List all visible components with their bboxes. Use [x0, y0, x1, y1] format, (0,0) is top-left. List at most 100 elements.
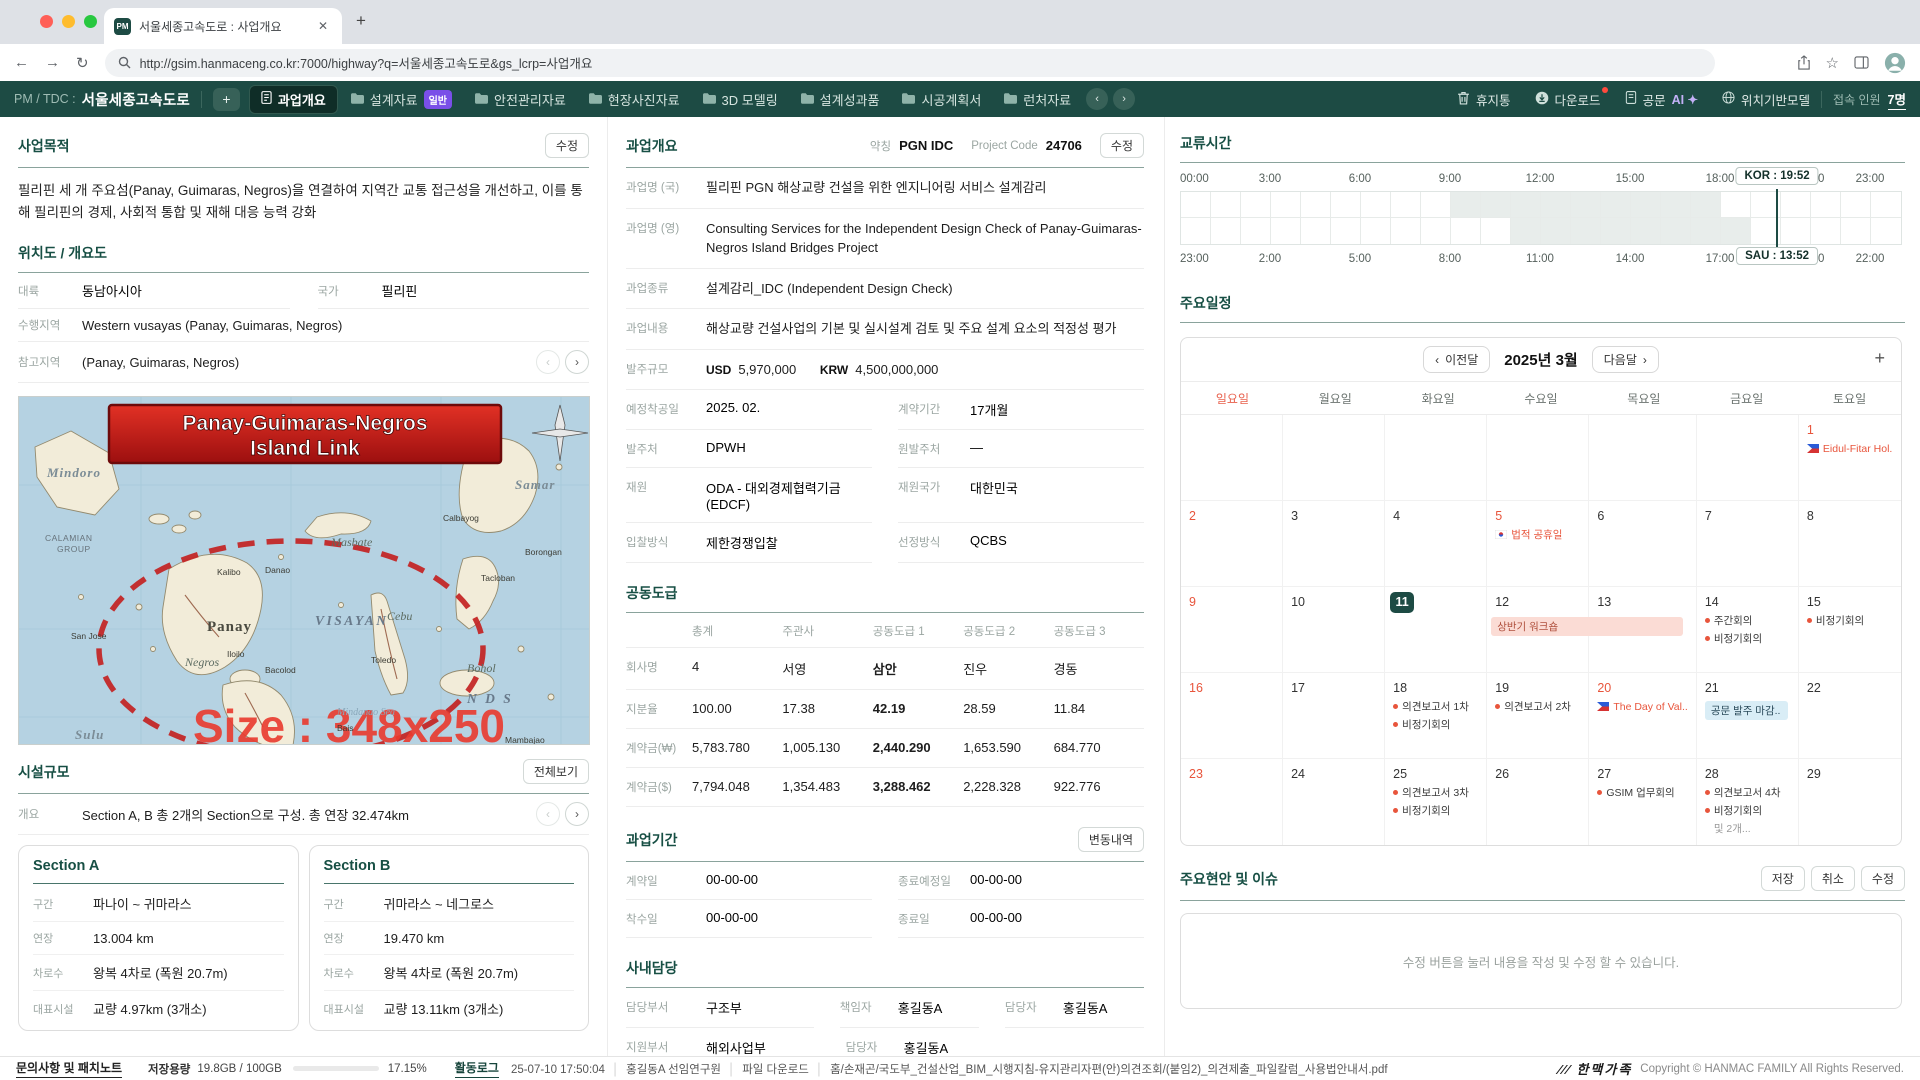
calendar-prev-month-button[interactable]: ‹이전달 — [1423, 346, 1490, 373]
calendar-event[interactable]: 비정기회의 — [1393, 719, 1478, 733]
calendar-day-cell[interactable]: 15비정기회의 — [1799, 587, 1901, 673]
calendar-day-cell[interactable]: 20The Day of Val.. — [1589, 673, 1697, 759]
calendar-event[interactable]: 비정기회의 — [1705, 633, 1790, 647]
calendar-day-cell[interactable]: 6 — [1589, 501, 1697, 587]
calendar-day-cell[interactable] — [1181, 415, 1283, 501]
calendar-day-cell[interactable]: 7 — [1697, 501, 1799, 587]
nav-action-위치기반모델[interactable]: 위치기반모델 — [1722, 90, 1810, 109]
calendar-day-cell[interactable] — [1487, 415, 1589, 501]
calendar-event[interactable]: 의견보고서 4차 — [1705, 787, 1790, 801]
calendar-event[interactable]: 비정기회의 — [1393, 805, 1478, 819]
prev-image-button[interactable]: ‹ — [536, 350, 560, 374]
calendar-holiday[interactable]: The Day of Val.. — [1597, 701, 1688, 716]
side-panel-icon[interactable] — [1854, 56, 1869, 69]
calendar-day-cell[interactable]: 12상반기 워크숍 — [1487, 587, 1589, 673]
calendar-next-month-button[interactable]: 다음달› — [1592, 346, 1659, 373]
nav-action-공문[interactable]: 공문AI ✦ — [1625, 90, 1698, 109]
calendar-event[interactable]: GSIM 업무회의 — [1597, 787, 1688, 801]
activity-log-link[interactable]: 활동로그 — [455, 1059, 499, 1078]
maximize-window-button[interactable] — [84, 15, 97, 28]
calendar-day-cell[interactable]: 4 — [1385, 501, 1487, 587]
calendar-day-cell[interactable] — [1385, 415, 1487, 501]
next-image-button[interactable]: › — [565, 350, 589, 374]
tabs-scroll-left-button[interactable]: ‹ — [1086, 88, 1108, 110]
calendar-event[interactable]: 주간회의 — [1705, 615, 1790, 629]
patch-notes-link[interactable]: 문의사항 및 패치노트 — [16, 1059, 122, 1078]
nav-tab-현장사진자료[interactable]: 현장사진자료 — [579, 86, 690, 113]
more-events-label[interactable]: 및 2개... — [1714, 821, 1790, 836]
tab-close-icon[interactable]: ✕ — [314, 17, 332, 35]
calendar-day-cell[interactable] — [1283, 415, 1385, 501]
nav-tab-설계성과품[interactable]: 설계성과품 — [791, 86, 890, 113]
calendar-day-cell[interactable]: 23 — [1181, 759, 1283, 845]
calendar-event[interactable]: 비정기회의 — [1705, 805, 1790, 819]
calendar-day-cell[interactable]: 28의견보고서 4차비정기회의및 2개... — [1697, 759, 1799, 845]
calendar-day-cell[interactable]: 26 — [1487, 759, 1589, 845]
location-map-image[interactable]: Panay-Guimaras-Negros Island Link Size :… — [18, 396, 590, 745]
nav-tab-설계자료[interactable]: 설계자료일반 — [341, 86, 462, 113]
nav-action-휴지통[interactable]: 휴지통 — [1457, 90, 1511, 109]
calendar-day-cell[interactable]: 21공문 발주 마감.. — [1697, 673, 1799, 759]
nav-tab-시공계획서[interactable]: 시공계획서 — [892, 86, 991, 113]
calendar-event[interactable]: 의견보고서 2차 — [1495, 701, 1580, 715]
calendar-day-cell[interactable]: 16 — [1181, 673, 1283, 759]
forward-icon[interactable]: → — [45, 54, 60, 71]
url-bar[interactable]: http://gsim.hanmaceng.co.kr:7000/highway… — [105, 49, 1715, 77]
minimize-window-button[interactable] — [62, 15, 75, 28]
calendar-day-cell[interactable]: 18의견보고서 1차비정기회의 — [1385, 673, 1487, 759]
calendar-day-cell[interactable] — [1589, 415, 1697, 501]
tabs-scroll-right-button[interactable]: › — [1113, 88, 1135, 110]
nav-tab-런처자료[interactable]: 런처자료 — [994, 86, 1081, 113]
calendar-day-cell[interactable]: 17 — [1283, 673, 1385, 759]
issues-cancel-button[interactable]: 취소 — [1811, 866, 1855, 891]
calendar-day-cell[interactable]: 5법적 공휴일 — [1487, 501, 1589, 587]
issues-save-button[interactable]: 저장 — [1761, 866, 1805, 891]
calendar-day-cell[interactable]: 2 — [1181, 501, 1283, 587]
connected-users-count[interactable]: 7명 — [1888, 89, 1906, 110]
calendar-banner-event[interactable]: 상반기 워크숍 — [1491, 617, 1683, 636]
calendar-day-cell[interactable]: 27GSIM 업무회의 — [1589, 759, 1697, 845]
calendar-day-cell[interactable]: 8 — [1799, 501, 1901, 587]
calendar-day-cell[interactable]: 9 — [1181, 587, 1283, 673]
calendar-day-cell[interactable]: 24 — [1283, 759, 1385, 845]
calendar-day-cell[interactable]: 3 — [1283, 501, 1385, 587]
calendar-day-cell[interactable]: 11 — [1385, 587, 1487, 673]
add-tab-button[interactable]: + — [213, 88, 240, 111]
calendar-day-cell[interactable]: 19의견보고서 2차 — [1487, 673, 1589, 759]
calendar-day-cell[interactable]: 1Eidul-Fitar Hol. — [1799, 415, 1901, 501]
joint-row-label: 계약금($) — [626, 768, 692, 807]
purpose-edit-button[interactable]: 수정 — [545, 133, 589, 158]
calendar-event[interactable]: 비정기회의 — [1807, 615, 1893, 629]
profile-avatar[interactable] — [1884, 52, 1906, 74]
bookmark-star-icon[interactable]: ☆ — [1826, 54, 1839, 72]
facility-viewall-button[interactable]: 전체보기 — [523, 759, 589, 784]
overview-edit-button[interactable]: 수정 — [1100, 133, 1144, 158]
share-icon[interactable] — [1797, 55, 1811, 70]
nav-action-다운로드[interactable]: 다운로드 — [1535, 90, 1601, 109]
calendar-day-cell[interactable]: 10 — [1283, 587, 1385, 673]
nav-tab-과업개요[interactable]: 과업개요 — [249, 85, 338, 114]
calendar-day-cell[interactable]: 25의견보고서 3차비정기회의 — [1385, 759, 1487, 845]
close-window-button[interactable] — [40, 15, 53, 28]
nav-tab-3D 모델링[interactable]: 3D 모델링 — [693, 86, 788, 113]
calendar-day-cell[interactable]: 29 — [1799, 759, 1901, 845]
next-section-button[interactable]: › — [565, 802, 589, 826]
calendar-add-event-button[interactable]: + — [1874, 348, 1885, 369]
calendar-day-cell[interactable] — [1697, 415, 1799, 501]
event-text: 비정기회의 — [1816, 615, 1864, 629]
calendar-event[interactable]: 의견보고서 1차 — [1393, 701, 1478, 715]
nav-tab-안전관리자료[interactable]: 안전관리자료 — [465, 86, 576, 113]
calendar-day-cell[interactable]: 22 — [1799, 673, 1901, 759]
calendar-day-cell[interactable]: 14주간회의비정기회의 — [1697, 587, 1799, 673]
browser-tab[interactable]: PM 서울세종고속도로 : 사업개요 ✕ — [104, 8, 342, 44]
calendar-event[interactable]: 의견보고서 3차 — [1393, 787, 1478, 801]
reload-icon[interactable]: ↻ — [76, 54, 89, 72]
calendar-holiday[interactable]: Eidul-Fitar Hol. — [1807, 443, 1893, 458]
prev-section-button[interactable]: ‹ — [536, 802, 560, 826]
calendar-banner-event[interactable]: 공문 발주 마감.. — [1705, 701, 1788, 720]
calendar-holiday[interactable]: 법적 공휴일 — [1495, 529, 1580, 544]
new-tab-button[interactable]: + — [356, 11, 366, 31]
issues-edit-button[interactable]: 수정 — [1861, 866, 1905, 891]
period-history-button[interactable]: 변동내역 — [1078, 827, 1144, 852]
back-icon[interactable]: ← — [14, 54, 29, 71]
